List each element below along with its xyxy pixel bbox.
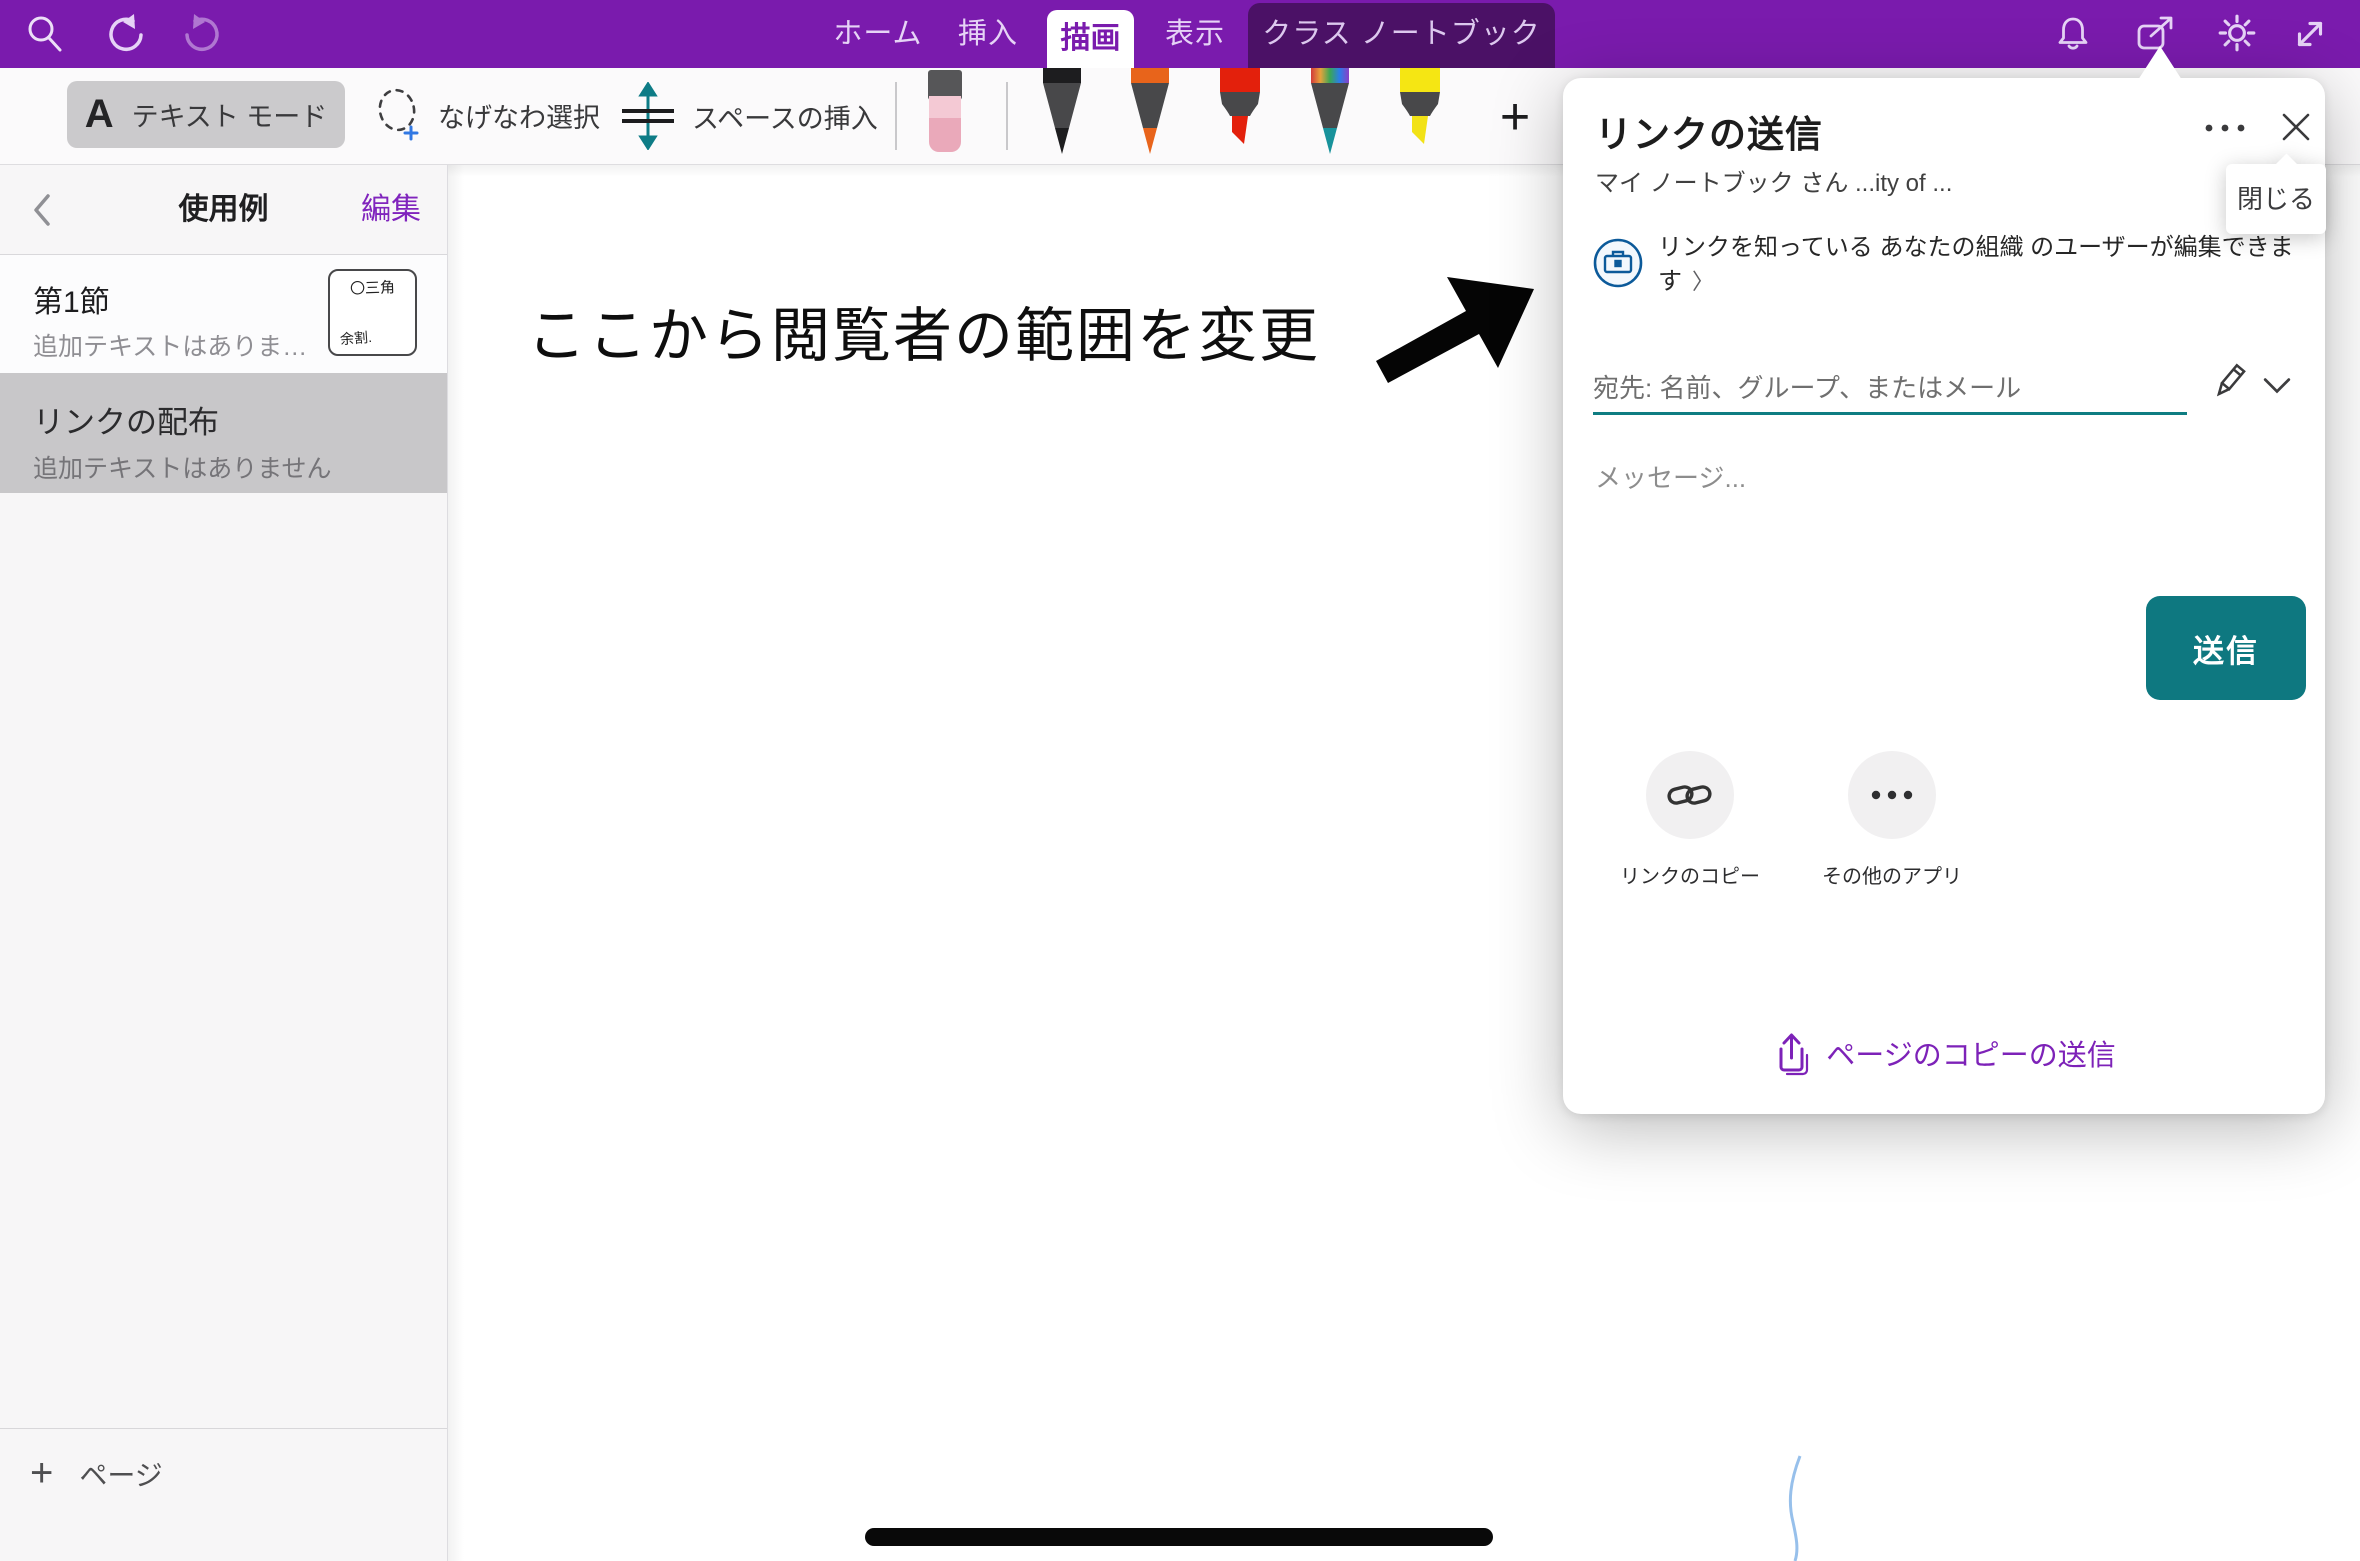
insert-space-label: スペースの挿入	[692, 97, 878, 136]
expand-icon[interactable]	[2289, 13, 2331, 55]
tooltip-label: 閉じる	[2226, 164, 2326, 234]
add-page-label: ページ	[79, 1454, 162, 1494]
page-thumbnail: 〇三角 余割.	[328, 269, 417, 356]
copy-link-label: リンクのコピー	[1606, 860, 1774, 889]
black-pen[interactable]	[1036, 68, 1088, 158]
text-mode-label: テキスト モード	[132, 95, 328, 134]
more-options-icon[interactable]	[2196, 116, 2254, 140]
send-page-copy-link[interactable]: ページのコピーの送信	[1563, 1030, 2325, 1076]
chevron-right-icon: 〉	[1692, 269, 1714, 294]
ellipsis-icon	[1869, 789, 1915, 801]
notebook-scope-subtitle: マイ ノートブック さん ...ity of ...	[1595, 163, 1952, 198]
thumbnail-handwriting: 余割.	[339, 327, 372, 349]
edit-button[interactable]: 編集	[361, 165, 421, 255]
text-mode-a-icon: A	[85, 92, 114, 137]
tab-home[interactable]: ホーム	[832, 0, 924, 68]
ink-stroke-line	[865, 1528, 1493, 1546]
canvas-annotation-text: ここから閲覧者の範囲を変更	[527, 288, 1320, 373]
tab-insert[interactable]: 挿入	[952, 0, 1024, 68]
send-page-copy-label: ページのコピーの送信	[1826, 1032, 2115, 1074]
lasso-select-label: なげなわ選択	[438, 96, 600, 135]
dialog-title: リンクの送信	[1595, 104, 1823, 158]
copy-link-button[interactable]	[1646, 751, 1734, 839]
rainbow-pen[interactable]	[1304, 68, 1356, 158]
sidebar-header: 使用例 編集	[0, 165, 447, 255]
page-subtitle: 追加テキストはありません	[33, 449, 332, 485]
thumbnail-handwriting: 〇三角	[330, 276, 416, 300]
upload-icon	[1772, 1030, 1812, 1076]
more-apps-label: その他のアプリ	[1808, 860, 1976, 889]
tab-class-notebook[interactable]: クラス ノートブック	[1248, 3, 1555, 68]
page-list-item[interactable]: 第1節 追加テキストはありま… 〇三角 余割.	[0, 255, 447, 373]
toolbar-divider	[895, 82, 897, 150]
lasso-icon	[372, 86, 424, 144]
gear-icon[interactable]	[2216, 12, 2258, 54]
popover-caret	[2138, 46, 2182, 80]
add-page-button[interactable]: + ページ	[30, 1451, 163, 1496]
plus-icon: +	[30, 1451, 53, 1496]
close-icon[interactable]	[2275, 106, 2317, 148]
chevron-down-icon[interactable]	[2262, 375, 2292, 395]
bell-icon[interactable]	[2053, 13, 2093, 55]
tab-view[interactable]: 表示	[1158, 0, 1232, 68]
undo-icon[interactable]	[104, 13, 148, 57]
link-icon	[1666, 777, 1714, 813]
add-pen-button[interactable]: +	[1488, 84, 1542, 150]
top-app-bar: ホーム 挿入 描画 表示 クラス ノートブック	[0, 0, 2360, 68]
send-button[interactable]: 送信	[2146, 596, 2306, 700]
pen-row	[1036, 68, 1448, 158]
permission-label: リンクを知っている あなたの組織 のユーザーが編集できます	[1658, 234, 2294, 295]
page-title: 第1節	[33, 277, 110, 321]
sidebar-footer: + ページ	[0, 1428, 447, 1561]
page-list-sidebar: 使用例 編集 第1節 追加テキストはありま… 〇三角 余割. リンクの配布 追加…	[0, 165, 448, 1561]
briefcase-icon[interactable]	[1592, 237, 1644, 289]
insert-space-icon	[618, 82, 678, 150]
pencil-icon[interactable]	[2208, 361, 2250, 403]
arrow-annotation	[1368, 265, 1548, 390]
message-input[interactable]	[1595, 456, 2215, 500]
text-mode-button[interactable]: A テキスト モード	[67, 81, 345, 148]
page-subtitle: 追加テキストはありま…	[33, 327, 307, 363]
close-tooltip: 閉じる	[2226, 164, 2326, 234]
search-icon[interactable]	[24, 13, 66, 55]
eraser-tool[interactable]	[922, 70, 968, 158]
yellow-highlighter[interactable]	[1392, 68, 1448, 158]
tab-draw[interactable]: 描画	[1047, 10, 1134, 68]
link-permission-setting[interactable]: リンクを知っている あなたの組織 のユーザーが編集できます〉	[1658, 231, 2314, 299]
page-list-item-selected[interactable]: リンクの配布 追加テキストはありません	[0, 373, 447, 493]
red-highlighter[interactable]	[1212, 68, 1268, 158]
orange-pen[interactable]	[1124, 68, 1176, 158]
toolbar-divider	[1006, 82, 1008, 150]
page-title: リンクの配布	[33, 397, 219, 442]
lasso-select-button[interactable]: なげなわ選択	[372, 86, 600, 144]
more-apps-button[interactable]	[1848, 751, 1936, 839]
recipient-input[interactable]	[1593, 365, 2187, 415]
redo-icon[interactable]	[180, 13, 224, 57]
send-link-dialog: リンクの送信 マイ ノートブック さん ...ity of ... リンクを知っ…	[1563, 78, 2325, 1114]
insert-space-button[interactable]: スペースの挿入	[618, 82, 878, 150]
